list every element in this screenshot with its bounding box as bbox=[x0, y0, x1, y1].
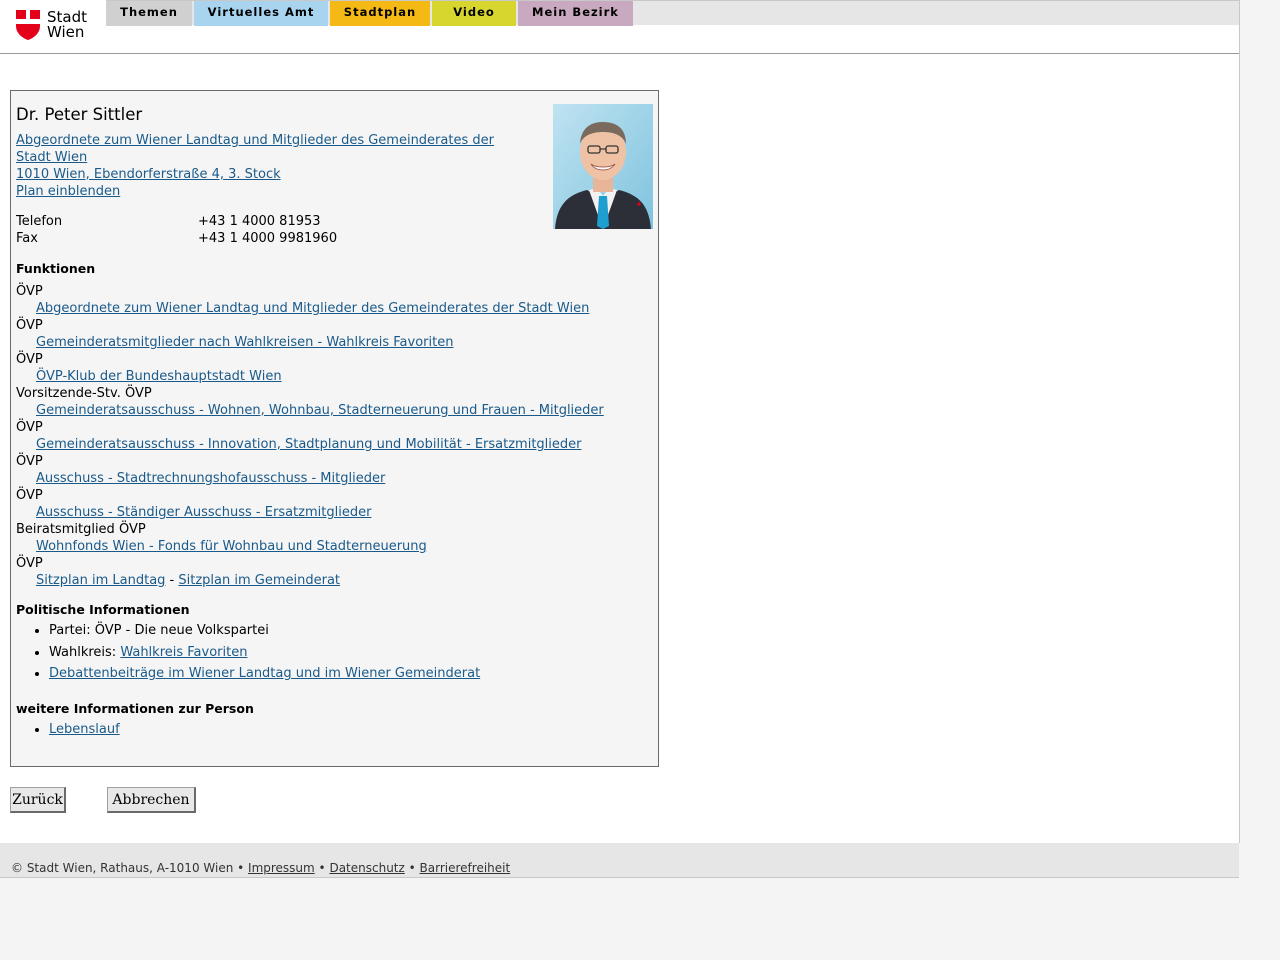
seating-role: ÖVP bbox=[16, 556, 43, 571]
page: Stadt Wien Themen Virtuelles Amt Stadtpl… bbox=[0, 0, 1240, 843]
function-link[interactable]: Gemeinderatsausschuss - Innovation, Stad… bbox=[36, 437, 581, 452]
tab-mein-bezirk[interactable]: Mein Bezirk bbox=[518, 1, 633, 26]
district-link[interactable]: Wahlkreis Favoriten bbox=[120, 645, 247, 660]
wien-shield-icon bbox=[16, 10, 40, 40]
show-map-link[interactable]: Plan einblenden bbox=[16, 183, 516, 200]
functions-list: ÖVP Abgeordnete zum Wiener Landtag und M… bbox=[16, 283, 656, 589]
party-item: Partei: ÖVP - Die neue Volkspartei bbox=[49, 620, 480, 642]
further-info-list: Lebenslauf bbox=[16, 719, 120, 741]
site-header: Stadt Wien Themen Virtuelles Amt Stadtpl… bbox=[0, 0, 1239, 54]
function-role: ÖVP bbox=[16, 318, 43, 333]
further-info-heading: weitere Informationen zur Person bbox=[16, 701, 254, 716]
function-link[interactable]: Wohnfonds Wien - Fonds für Wohnbau und S… bbox=[36, 539, 427, 554]
functions-heading: Funktionen bbox=[16, 261, 96, 276]
organisation-link[interactable]: Abgeordnete zum Wiener Landtag und Mitgl… bbox=[16, 132, 516, 166]
function-role: ÖVP bbox=[16, 420, 43, 435]
person-name: Dr. Peter Sittler bbox=[16, 105, 143, 124]
debates-link[interactable]: Debattenbeiträge im Wiener Landtag und i… bbox=[49, 666, 480, 681]
function-role: ÖVP bbox=[16, 284, 43, 299]
accessibility-link[interactable]: Barrierefreiheit bbox=[420, 861, 511, 875]
seating-plan-landtag-link[interactable]: Sitzplan im Landtag bbox=[36, 573, 165, 588]
fax-value: +43 1 4000 9981960 bbox=[198, 231, 338, 246]
logo-line-wien: Wien bbox=[47, 23, 85, 41]
phone-label: Telefon bbox=[16, 214, 63, 229]
impressum-link[interactable]: Impressum bbox=[248, 861, 315, 875]
debates-item: Debattenbeiträge im Wiener Landtag und i… bbox=[49, 663, 480, 685]
function-link[interactable]: Ausschuss - Stadtrechnungshofausschuss -… bbox=[36, 471, 385, 486]
seating-plan-gemeinderat-link[interactable]: Sitzplan im Gemeinderat bbox=[178, 573, 340, 588]
tab-virtuelles-amt[interactable]: Virtuelles Amt bbox=[194, 1, 328, 26]
cv-item: Lebenslauf bbox=[49, 719, 120, 741]
footer-separator: • bbox=[314, 861, 330, 875]
back-button[interactable]: Zurück bbox=[10, 787, 66, 813]
phone-value: +43 1 4000 81953 bbox=[198, 214, 321, 229]
privacy-link[interactable]: Datenschutz bbox=[329, 861, 404, 875]
function-link[interactable]: Ausschuss - Ständiger Ausschuss - Ersatz… bbox=[36, 505, 371, 520]
district-item: Wahlkreis: Wahlkreis Favoriten bbox=[49, 642, 480, 664]
address-link[interactable]: 1010 Wien, Ebendorferstraße 4, 3. Stock bbox=[16, 166, 516, 183]
tab-stadtplan[interactable]: Stadtplan bbox=[330, 1, 430, 26]
address-block: Abgeordnete zum Wiener Landtag und Mitgl… bbox=[16, 132, 516, 200]
function-role: ÖVP bbox=[16, 352, 43, 367]
function-role: Vorsitzende-Stv. ÖVP bbox=[16, 386, 152, 401]
cv-link[interactable]: Lebenslauf bbox=[49, 722, 120, 737]
function-role: ÖVP bbox=[16, 454, 43, 469]
site-footer: © Stadt Wien, Rathaus, A-1010 Wien • Imp… bbox=[0, 843, 1239, 878]
function-role: ÖVP bbox=[16, 488, 43, 503]
portrait-image bbox=[553, 104, 653, 229]
cancel-button[interactable]: Abbrechen bbox=[107, 787, 196, 813]
political-info-heading: Politische Informationen bbox=[16, 602, 190, 617]
copyright-text: © Stadt Wien, Rathaus, A-1010 Wien bbox=[11, 861, 234, 875]
function-link[interactable]: Gemeinderatsausschuss - Wohnen, Wohnbau,… bbox=[36, 403, 604, 418]
function-role: Beiratsmitglied ÖVP bbox=[16, 522, 146, 537]
seating-separator: - bbox=[165, 573, 179, 588]
function-link[interactable]: Abgeordnete zum Wiener Landtag und Mitgl… bbox=[36, 301, 589, 316]
tab-video[interactable]: Video bbox=[432, 1, 516, 26]
person-photo bbox=[553, 104, 653, 229]
political-info-list: Partei: ÖVP - Die neue Volkspartei Wahlk… bbox=[16, 620, 480, 685]
person-detail-panel: Dr. Peter Sittler Abgeordnete zum Wiener… bbox=[10, 90, 659, 767]
fax-label: Fax bbox=[16, 231, 38, 246]
tab-themen[interactable]: Themen bbox=[106, 1, 192, 26]
footer-separator: • bbox=[404, 861, 420, 875]
function-link[interactable]: Gemeinderatsmitglieder nach Wahlkreisen … bbox=[36, 335, 453, 350]
logo-text: Stadt Wien bbox=[47, 10, 87, 40]
function-link[interactable]: ÖVP-Klub der Bundeshauptstadt Wien bbox=[36, 369, 282, 384]
stadt-wien-logo[interactable]: Stadt Wien bbox=[16, 10, 96, 42]
footer-separator: • bbox=[233, 861, 249, 875]
main-nav: Themen Virtuelles Amt Stadtplan Video Me… bbox=[106, 0, 1239, 26]
district-label: Wahlkreis: bbox=[49, 644, 121, 660]
